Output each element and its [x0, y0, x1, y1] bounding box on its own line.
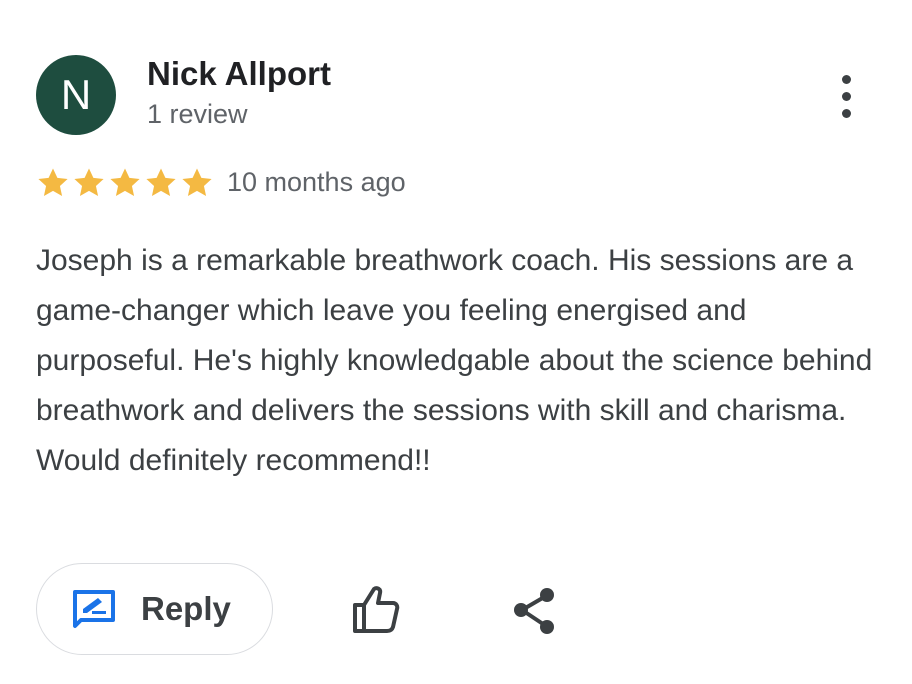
avatar[interactable]: N [36, 55, 116, 135]
like-button[interactable] [348, 583, 404, 635]
share-icon [514, 588, 554, 634]
more-options-button[interactable] [824, 68, 868, 124]
star-icon [110, 168, 140, 197]
star-icon [146, 168, 176, 197]
star-icon [74, 168, 104, 197]
star-rating [36, 166, 214, 200]
review-text: Joseph is a remarkable breathwork coach.… [36, 244, 873, 477]
more-vertical-icon [841, 74, 851, 84]
avatar-initial: N [60, 71, 92, 118]
edit-comment-icon [73, 590, 115, 628]
thumb-up-icon [353, 586, 400, 633]
review-date: 10 months ago [227, 167, 406, 197]
reviewer-name[interactable]: Nick Allport [147, 55, 331, 93]
reviewer-review-count: 1 review [147, 99, 248, 129]
share-button[interactable] [510, 586, 560, 636]
more-vertical-icon-dot [841, 108, 851, 118]
review-card: N Nick Allport 1 review 10 months ago Jo… [0, 0, 912, 684]
reply-button[interactable]: Reply [36, 563, 273, 655]
star-icon [182, 168, 212, 197]
reply-label: Reply [141, 590, 231, 627]
more-vertical-icon-dot [841, 91, 851, 101]
star-icon [38, 168, 68, 197]
